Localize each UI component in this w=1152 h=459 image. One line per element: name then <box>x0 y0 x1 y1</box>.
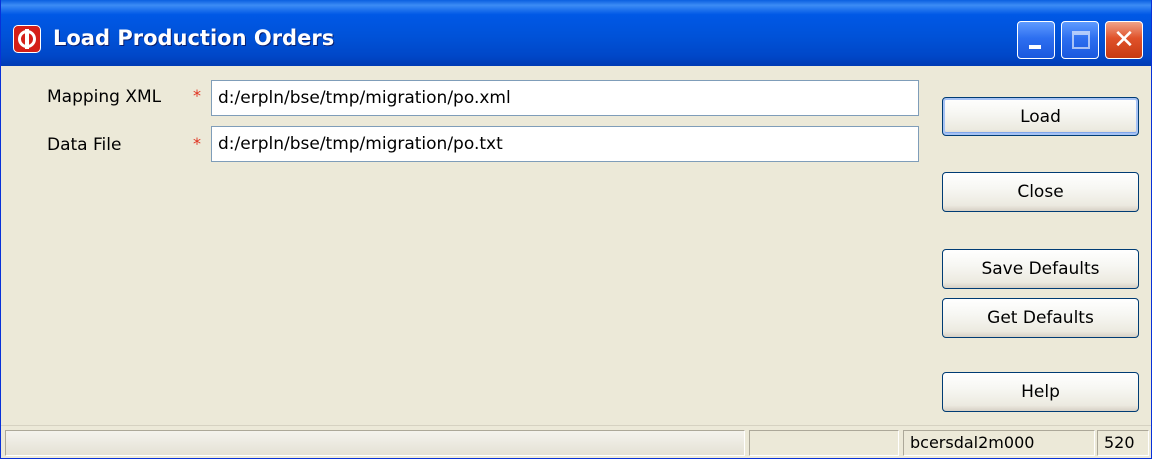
help-button[interactable]: Help <box>942 372 1139 412</box>
get-defaults-button[interactable]: Get Defaults <box>942 298 1139 338</box>
close-icon: ✕ <box>1113 25 1135 55</box>
mapping-xml-input[interactable] <box>211 80 919 116</box>
app-icon-bar <box>25 29 29 49</box>
mapping-xml-label: Mapping XML <box>47 87 162 107</box>
save-defaults-button[interactable]: Save Defaults <box>942 249 1139 289</box>
close-window-button[interactable]: ✕ <box>1105 21 1143 59</box>
window-title: Load Production Orders <box>53 26 335 50</box>
load-button[interactable]: Load <box>942 97 1139 136</box>
status-pane-message <box>5 430 745 456</box>
status-pane-number: 520 <box>1097 430 1149 456</box>
maximize-icon <box>1072 31 1090 49</box>
dialog-window: Load Production Orders ✕ Mapping XML * D… <box>0 0 1152 459</box>
data-file-label: Data File <box>47 135 122 155</box>
close-button[interactable]: Close <box>942 172 1139 212</box>
status-pane-session: bcersdal2m000 <box>903 430 1095 456</box>
mapping-xml-required-marker: * <box>193 86 201 105</box>
status-pane-empty <box>749 430 899 456</box>
data-file-required-marker: * <box>193 134 201 153</box>
title-bar[interactable]: Load Production Orders ✕ <box>1 0 1151 66</box>
maximize-button[interactable] <box>1061 21 1099 59</box>
data-file-input[interactable] <box>211 126 919 162</box>
app-icon[interactable] <box>13 25 41 53</box>
minimize-button[interactable] <box>1017 21 1055 59</box>
minimize-icon <box>1029 45 1041 49</box>
status-bar: bcersdal2m000 520 <box>1 425 1151 458</box>
